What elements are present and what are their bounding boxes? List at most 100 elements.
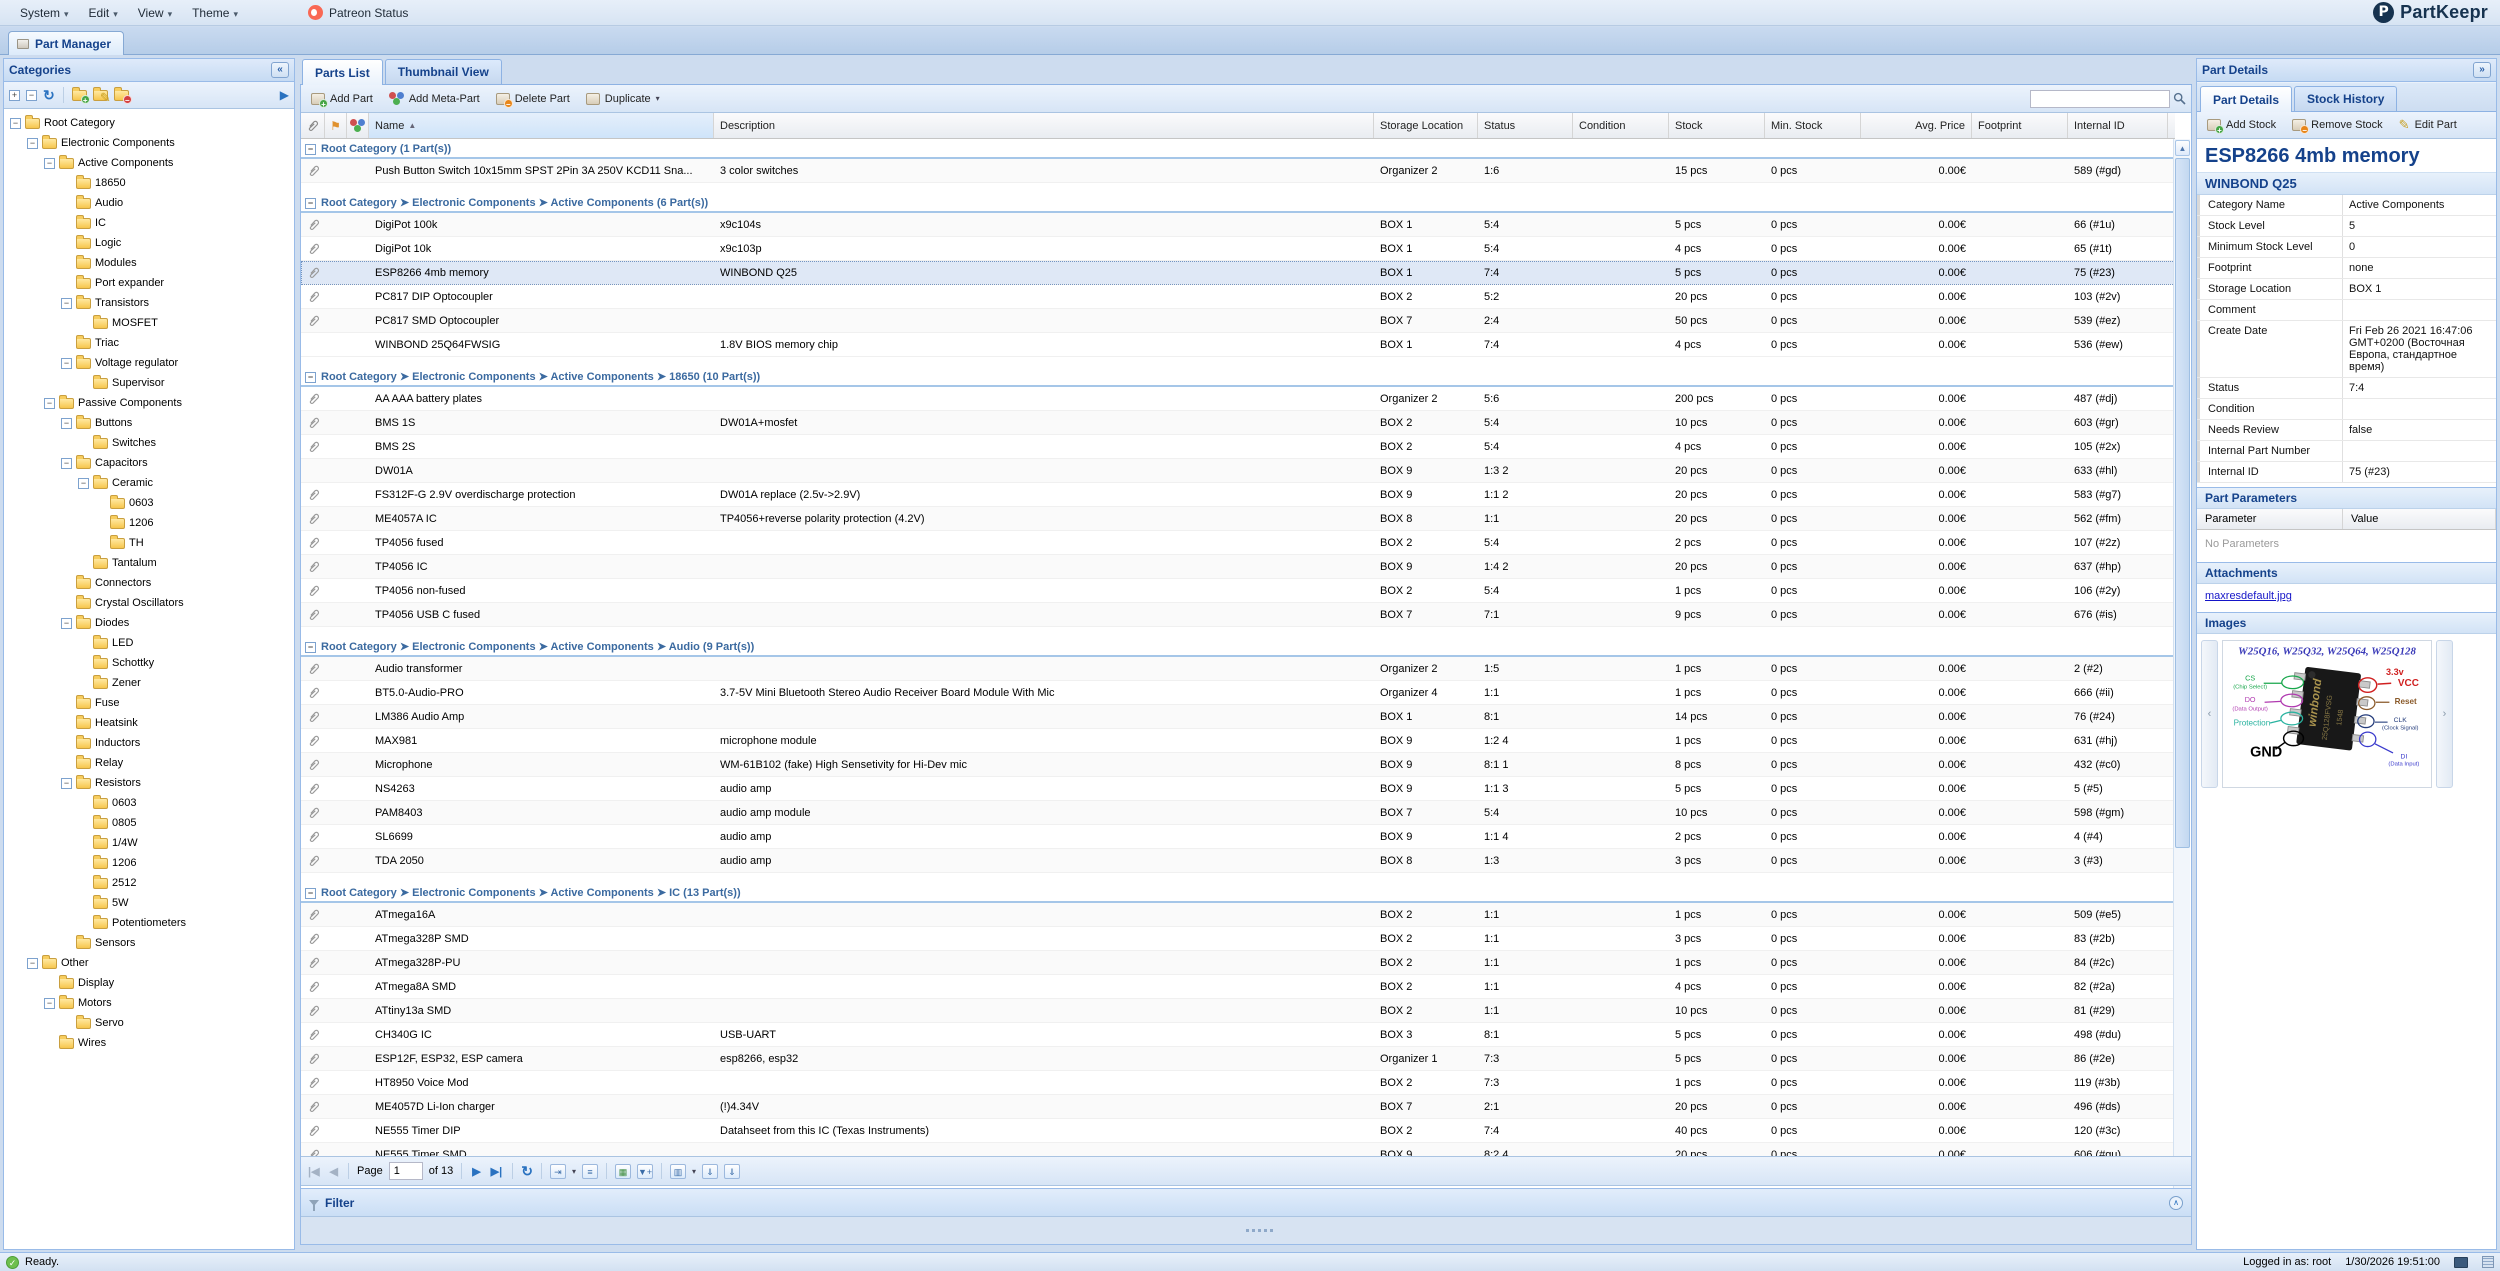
- tree-item[interactable]: −Root Category: [4, 113, 294, 133]
- part-image-thumbnail[interactable]: W25Q16, W25Q32, W25Q64, W25Q128 winb: [2222, 640, 2432, 788]
- tree-item[interactable]: MOSFET: [4, 313, 294, 333]
- tree-item[interactable]: 1/4W: [4, 833, 294, 853]
- column-footprint[interactable]: Footprint: [1972, 113, 2068, 138]
- column-meta[interactable]: [347, 113, 369, 138]
- tree-item[interactable]: LED: [4, 633, 294, 653]
- menu-edit[interactable]: Edit▾: [79, 3, 128, 23]
- delete-category-icon[interactable]: −: [114, 90, 129, 101]
- tree-item[interactable]: 0805: [4, 813, 294, 833]
- tree-item[interactable]: −Motors: [4, 993, 294, 1013]
- group-collapse-icon[interactable]: −: [305, 888, 316, 899]
- menu-view[interactable]: View▾: [128, 3, 182, 23]
- patreon-status-button[interactable]: Patreon Status: [308, 5, 408, 20]
- scrollbar-thumb[interactable]: [2175, 158, 2190, 848]
- table-row[interactable]: Audio transformerOrganizer 21:51 pcs0 pc…: [301, 657, 2175, 681]
- table-row[interactable]: ME4057A ICTP4056+reverse polarity protec…: [301, 507, 2175, 531]
- tree-item[interactable]: IC: [4, 213, 294, 233]
- group-collapse-icon[interactable]: −: [305, 198, 316, 209]
- tree-collapse-icon[interactable]: −: [27, 138, 38, 149]
- table-row[interactable]: ATmega16ABOX 21:11 pcs0 pcs0.00€509 (#e5…: [301, 903, 2175, 927]
- tree-item[interactable]: 2512: [4, 873, 294, 893]
- remove-stock-button[interactable]: − Remove Stock: [2287, 117, 2388, 133]
- tree-item[interactable]: −Electronic Components: [4, 133, 294, 153]
- column-min-stock[interactable]: Min. Stock: [1765, 113, 1861, 138]
- sync-indicator-icon[interactable]: [2482, 1256, 2494, 1268]
- group-header[interactable]: −Root Category (1 Part(s)): [301, 141, 2175, 159]
- tree-item[interactable]: −Ceramic: [4, 473, 294, 493]
- tree-item[interactable]: Tantalum: [4, 553, 294, 573]
- import-icon[interactable]: ≡: [582, 1164, 598, 1179]
- table-row[interactable]: WINBOND 25Q64FWSIG1.8V BIOS memory chipB…: [301, 333, 2175, 357]
- group-header[interactable]: −Root Category ➤ Electronic Components ➤…: [301, 885, 2175, 903]
- tree-collapse-icon[interactable]: −: [61, 778, 72, 789]
- expand-filter-icon[interactable]: ∧: [2169, 1196, 2183, 1210]
- filter-bar[interactable]: Filter ∧: [301, 1188, 2191, 1216]
- collapse-all-button[interactable]: −: [26, 90, 37, 101]
- filter-add-icon[interactable]: ▼+: [637, 1164, 653, 1179]
- table-row[interactable]: Push Button Switch 10x15mm SPST 2Pin 3A …: [301, 159, 2175, 183]
- tree-collapse-icon[interactable]: −: [44, 398, 55, 409]
- restore-grid-state-icon[interactable]: ⇓: [724, 1164, 740, 1179]
- table-row[interactable]: ATtiny13a SMDBOX 21:110 pcs0 pcs0.00€81 …: [301, 999, 2175, 1023]
- tree-item[interactable]: Triac: [4, 333, 294, 353]
- add-stock-button[interactable]: + Add Stock: [2202, 117, 2281, 133]
- tree-item[interactable]: Connectors: [4, 573, 294, 593]
- add-meta-part-button[interactable]: Add Meta-Part: [384, 90, 485, 107]
- collapse-left-panel-button[interactable]: «: [271, 62, 289, 78]
- panel-resize-strip[interactable]: [301, 1216, 2191, 1244]
- tree-item[interactable]: 18650: [4, 173, 294, 193]
- tree-item[interactable]: −Resistors: [4, 773, 294, 793]
- table-row[interactable]: ESP8266 4mb memoryWINBOND Q25BOX 17:45 p…: [301, 261, 2175, 285]
- tree-item[interactable]: Switches: [4, 433, 294, 453]
- scroll-up-icon[interactable]: ▲: [2175, 140, 2190, 156]
- tree-item[interactable]: Sensors: [4, 933, 294, 953]
- refresh-tree-icon[interactable]: ↻: [43, 87, 55, 104]
- tree-item[interactable]: −Voltage regulator: [4, 353, 294, 373]
- tree-collapse-icon[interactable]: −: [61, 298, 72, 309]
- tree-item[interactable]: 0603: [4, 493, 294, 513]
- tree-item[interactable]: Port expander: [4, 273, 294, 293]
- tree-collapse-icon[interactable]: −: [78, 478, 89, 489]
- table-row[interactable]: PAM8403audio amp moduleBOX 75:410 pcs0 p…: [301, 801, 2175, 825]
- edit-part-button[interactable]: ✎ Edit Part: [2394, 115, 2462, 135]
- attachment-link[interactable]: maxresdefault.jpg: [2205, 590, 2292, 602]
- table-row[interactable]: DigiPot 100kx9c104sBOX 15:45 pcs0 pcs0.0…: [301, 213, 2175, 237]
- tree-collapse-icon[interactable]: −: [10, 118, 21, 129]
- export-icon[interactable]: ⇥: [550, 1164, 566, 1179]
- tree-collapse-icon[interactable]: −: [61, 458, 72, 469]
- tree-item[interactable]: Heatsink: [4, 713, 294, 733]
- column-storage-location[interactable]: Storage Location: [1374, 113, 1478, 138]
- table-row[interactable]: LM386 Audio AmpBOX 18:114 pcs0 pcs0.00€7…: [301, 705, 2175, 729]
- search-icon[interactable]: [2173, 92, 2186, 105]
- table-row[interactable]: TDA 2050audio ampBOX 81:33 pcs0 pcs0.00€…: [301, 849, 2175, 873]
- table-row[interactable]: TP4056 USB C fusedBOX 77:19 pcs0 pcs0.00…: [301, 603, 2175, 627]
- tree-item[interactable]: Fuse: [4, 693, 294, 713]
- table-row[interactable]: FS312F-G 2.9V overdischarge protectionDW…: [301, 483, 2175, 507]
- table-row[interactable]: BMS 2SBOX 25:44 pcs0 pcs0.00€105 (#2x): [301, 435, 2175, 459]
- table-row[interactable]: AA AAA battery platesOrganizer 25:6200 p…: [301, 387, 2175, 411]
- tree-item[interactable]: −Capacitors: [4, 453, 294, 473]
- tree-item[interactable]: 1206: [4, 513, 294, 533]
- table-row[interactable]: ATmega328P-PUBOX 21:11 pcs0 pcs0.00€84 (…: [301, 951, 2175, 975]
- save-grid-state-icon[interactable]: ⇓: [702, 1164, 718, 1179]
- table-row[interactable]: MAX981microphone moduleBOX 91:2 41 pcs0 …: [301, 729, 2175, 753]
- tree-item[interactable]: −Diodes: [4, 613, 294, 633]
- group-header[interactable]: −Root Category ➤ Electronic Components ➤…: [301, 639, 2175, 657]
- column-attachment[interactable]: [301, 113, 325, 138]
- tree-item[interactable]: −Active Components: [4, 153, 294, 173]
- tree-item[interactable]: Servo: [4, 1013, 294, 1033]
- vertical-scrollbar[interactable]: ▲ ▼: [2173, 139, 2190, 1233]
- tree-item[interactable]: Crystal Oscillators: [4, 593, 294, 613]
- table-row[interactable]: PC817 SMD OptocouplerBOX 72:450 pcs0 pcs…: [301, 309, 2175, 333]
- tree-item[interactable]: −Other: [4, 953, 294, 973]
- tree-item[interactable]: TH: [4, 533, 294, 553]
- tree-item[interactable]: Modules: [4, 253, 294, 273]
- group-header[interactable]: −Root Category ➤ Electronic Components ➤…: [301, 369, 2175, 387]
- grid-add-icon[interactable]: ▦: [615, 1164, 631, 1179]
- column-description[interactable]: Description: [714, 113, 1374, 138]
- page-prev-button[interactable]: ◀: [328, 1165, 340, 1178]
- group-collapse-icon[interactable]: −: [305, 372, 316, 383]
- refresh-grid-icon[interactable]: ↻: [521, 1163, 533, 1180]
- apply-arrow-icon[interactable]: ▶: [280, 88, 289, 102]
- tree-item[interactable]: 1206: [4, 853, 294, 873]
